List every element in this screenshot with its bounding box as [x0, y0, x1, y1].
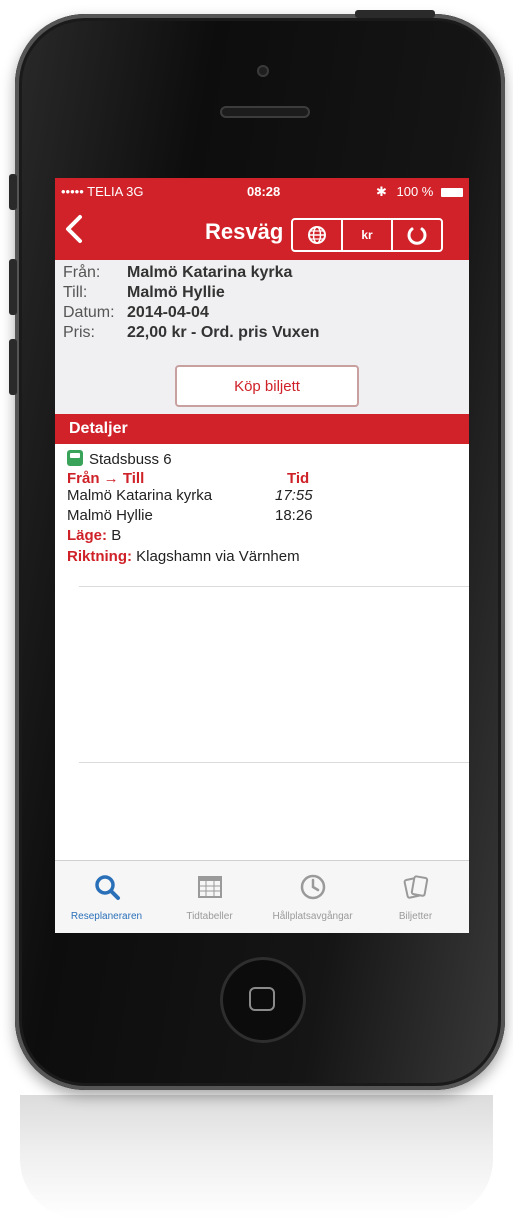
stop-time: 17:55 — [275, 487, 313, 504]
clock-icon — [300, 874, 326, 900]
col-header-from-to: Från → Till — [67, 470, 145, 487]
details-header-label: Detaljer — [69, 420, 128, 437]
stop-time: 18:26 — [275, 507, 313, 524]
price-button-label: kr — [361, 228, 373, 242]
price-button[interactable]: kr — [343, 220, 393, 250]
volume-down-button — [9, 339, 17, 395]
tab-biljetter[interactable]: Biljetter — [364, 861, 467, 933]
phone-reflection — [20, 1095, 493, 1219]
from-row: Från: Malmö Katarina kyrka — [63, 264, 292, 282]
refresh-button[interactable] — [393, 220, 441, 250]
battery-indicator: ✱ 100 % — [376, 184, 463, 200]
bus-icon — [67, 450, 83, 466]
clock-label: 08:28 — [247, 184, 281, 199]
date-row: Datum: 2014-04-04 — [63, 304, 209, 322]
volume-up-button — [9, 259, 17, 315]
platform-row: Läge: B — [67, 527, 121, 544]
tab-reseplaneraren[interactable]: Reseplaneraren — [55, 861, 158, 933]
from-value: Malmö Katarina kyrka — [127, 264, 293, 281]
date-label: Datum: — [63, 304, 115, 321]
to-row: Till: Malmö Hyllie — [63, 284, 225, 302]
price-label: Pris: — [63, 324, 95, 341]
price-row: Pris: 22,00 kr - Ord. pris Vuxen — [63, 324, 319, 342]
status-bar: ••••• TELIA 3G 08:28 ✱ 100 % — [55, 178, 469, 204]
battery-icon — [441, 188, 463, 198]
buy-ticket-button[interactable]: Köp biljett — [175, 365, 359, 407]
to-value: Malmö Hyllie — [127, 284, 225, 301]
refresh-icon — [407, 227, 427, 245]
direction-label: Riktning: — [67, 548, 132, 565]
date-value: 2014-04-04 — [127, 304, 209, 321]
tab-label: Reseplaneraren — [70, 911, 143, 922]
calendar-icon — [198, 876, 222, 898]
carrier-label: ••••• TELIA 3G — [61, 184, 144, 199]
tickets-icon — [403, 875, 429, 899]
tab-label: Tidtabeller — [186, 911, 233, 922]
sleep-button — [355, 10, 435, 18]
platform-label: Läge: — [67, 527, 108, 544]
mute-switch — [9, 174, 17, 210]
tab-label: Biljetter — [398, 911, 433, 922]
search-icon — [95, 875, 120, 900]
direction-value: Klagshamn via Värnhem — [136, 548, 300, 565]
line-row: Stadsbuss 6 — [67, 450, 172, 468]
home-button-icon — [249, 987, 275, 1011]
journey-summary: Från: Malmö Katarina kyrka Till: Malmö Hyl… — [55, 260, 469, 414]
bluetooth-icon: ✱ — [375, 184, 387, 199]
tab-label: Hållplatsavgångar — [272, 911, 353, 922]
navigation-bar: Resväg kr — [55, 204, 469, 260]
details-header: Detaljer — [55, 414, 469, 444]
divider — [79, 586, 469, 587]
tab-tidtabeller[interactable]: Tidtabeller — [158, 861, 261, 933]
map-button[interactable] — [293, 220, 343, 250]
app-screen: ••••• TELIA 3G 08:28 ✱ 100 % Resväg kr F… — [55, 178, 469, 933]
tab-bar: Reseplaneraren Tidtabeller Hållplatsavgå… — [55, 860, 469, 933]
platform-value: B — [111, 527, 122, 544]
divider — [79, 762, 469, 763]
from-label: Från: — [63, 264, 101, 281]
front-camera — [257, 65, 269, 77]
to-label: Till: — [63, 284, 88, 301]
battery-label: 100 % — [396, 184, 434, 199]
back-button[interactable] — [63, 214, 93, 248]
page-title: Resväg — [205, 219, 284, 244]
earpiece-speaker — [220, 106, 310, 118]
nav-button-group: kr — [291, 218, 443, 252]
stop-name: Malmö Katarina kyrka — [67, 487, 213, 504]
tab-hallplatsavgangar[interactable]: Hållplatsavgångar — [261, 861, 364, 933]
direction-row: Riktning: Klagshamn via Värnhem — [67, 548, 300, 565]
price-value: 22,00 kr - Ord. pris Vuxen — [127, 324, 320, 341]
stop-name: Malmö Hyllie — [67, 507, 153, 524]
globe-icon — [308, 226, 326, 244]
line-name: Stadsbuss 6 — [89, 451, 172, 468]
chevron-left-icon — [66, 215, 82, 243]
col-header-time: Tid — [287, 470, 310, 487]
